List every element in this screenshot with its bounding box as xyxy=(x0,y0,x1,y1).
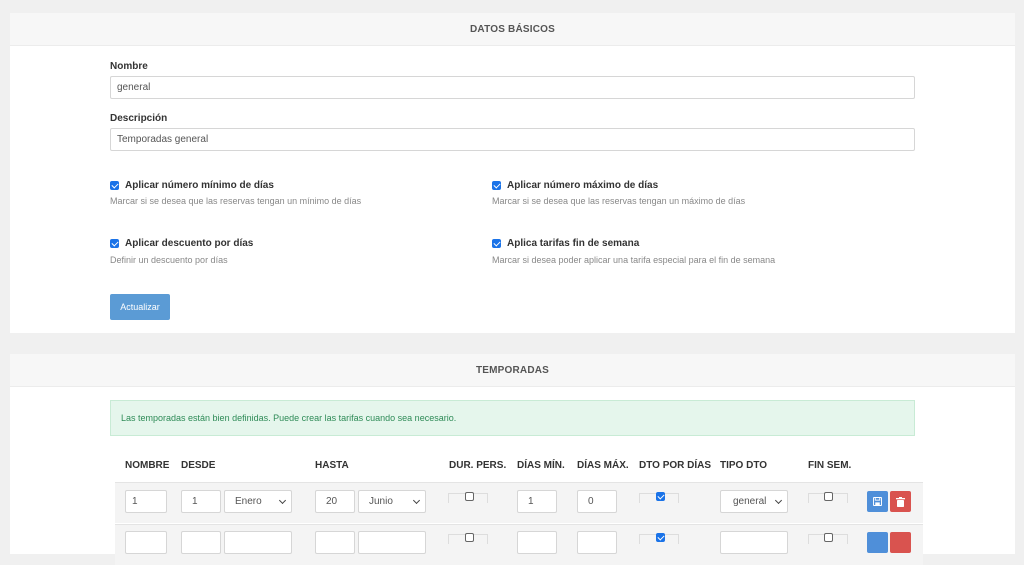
row-name-input[interactable]: 1 xyxy=(125,490,167,513)
weekend-rates-option[interactable]: Aplica tarifas fin de semana xyxy=(492,238,639,249)
save-icon xyxy=(873,497,882,506)
basic-data-header: DATOS BÁSICOS xyxy=(10,13,1015,46)
col-from: DESDE xyxy=(181,460,216,471)
name-input[interactable] xyxy=(110,76,915,99)
row-to-month-select[interactable]: Junio xyxy=(358,490,426,513)
min-days-option[interactable]: Aplicar número mínimo de días xyxy=(110,180,274,191)
chevron-down-icon xyxy=(774,496,783,505)
trash-icon xyxy=(896,496,905,507)
row-from-month-value: Enero xyxy=(235,496,262,507)
success-alert: Las temporadas están bien definidas. Pue… xyxy=(110,400,915,436)
row-day-discount-checkbox[interactable] xyxy=(656,492,665,501)
row-weekend-checkbox[interactable] xyxy=(824,533,833,542)
weekend-rates-checkbox[interactable] xyxy=(492,239,501,248)
col-max-days: DÍAS MÁX. xyxy=(577,460,629,471)
col-weekend: FIN SEM. xyxy=(808,460,852,471)
name-label: Nombre xyxy=(110,61,148,72)
row-from-month-select[interactable] xyxy=(224,531,292,554)
col-to: HASTA xyxy=(315,460,349,471)
description-input[interactable] xyxy=(110,128,915,151)
row-day-discount-checkbox[interactable] xyxy=(656,533,665,542)
row-discount-type-select[interactable]: general xyxy=(720,490,788,513)
chevron-down-icon xyxy=(278,496,287,505)
row-from-day-input[interactable] xyxy=(181,531,221,554)
day-discount-label: Aplicar descuento por días xyxy=(125,238,254,249)
row-to-month-select[interactable] xyxy=(358,531,426,554)
max-days-checkbox[interactable] xyxy=(492,181,501,190)
row-custom-duration-checkbox[interactable] xyxy=(465,533,474,542)
description-label: Descripción xyxy=(110,113,168,124)
delete-row-button[interactable] xyxy=(890,491,911,512)
min-days-help: Marcar si se desea que las reservas teng… xyxy=(110,196,362,206)
min-days-label: Aplicar número mínimo de días xyxy=(125,180,274,191)
col-discount-type: TIPO DTO xyxy=(720,460,768,471)
row-min-days-input[interactable]: 1 xyxy=(517,490,557,513)
row-max-days-input[interactable]: 0 xyxy=(577,490,617,513)
seasons-card: TEMPORADAS Las temporadas están bien def… xyxy=(10,354,1015,565)
row-to-day-input[interactable]: 20 xyxy=(315,490,355,513)
seasons-header: TEMPORADAS xyxy=(10,354,1015,387)
col-name: NOMBRE xyxy=(125,460,170,471)
row-name-input[interactable] xyxy=(125,531,167,554)
col-custom-duration: DUR. PERS. xyxy=(449,460,507,471)
row-discount-type-select[interactable] xyxy=(720,531,788,554)
delete-row-button[interactable] xyxy=(890,532,911,553)
max-days-help: Marcar si se desea que las reservas teng… xyxy=(492,196,746,206)
chevron-down-icon xyxy=(412,496,421,505)
row-to-day-input[interactable] xyxy=(315,531,355,554)
day-discount-option[interactable]: Aplicar descuento por días xyxy=(110,238,253,249)
row-discount-type-value: general xyxy=(733,496,767,507)
row-from-month-select[interactable]: Enero xyxy=(224,490,292,513)
max-days-option[interactable]: Aplicar número máximo de días xyxy=(492,180,658,191)
day-discount-checkbox[interactable] xyxy=(110,239,119,248)
update-button[interactable]: Actualizar xyxy=(110,294,170,320)
day-discount-help: Definir un descuento por días xyxy=(110,255,228,265)
row-to-month-value: Junio xyxy=(369,496,393,507)
weekend-rates-help: Marcar si desea poder aplicar una tarifa… xyxy=(492,255,776,265)
row-min-days-input[interactable] xyxy=(517,531,557,554)
col-min-days: DÍAS MÍN. xyxy=(517,460,565,471)
basic-data-card: DATOS BÁSICOS Nombre Descripción Aplicar… xyxy=(10,13,1015,333)
weekend-rates-label: Aplica tarifas fin de semana xyxy=(507,238,640,249)
row-max-days-input[interactable] xyxy=(577,531,617,554)
min-days-checkbox[interactable] xyxy=(110,181,119,190)
max-days-label: Aplicar número máximo de días xyxy=(507,180,659,191)
row-custom-duration-checkbox[interactable] xyxy=(465,492,474,501)
col-day-discount: DTO POR DÍAS xyxy=(639,460,712,471)
save-row-button[interactable] xyxy=(867,491,888,512)
row-from-day-input[interactable]: 1 xyxy=(181,490,221,513)
row-weekend-checkbox[interactable] xyxy=(824,492,833,501)
save-row-button[interactable] xyxy=(867,532,888,553)
